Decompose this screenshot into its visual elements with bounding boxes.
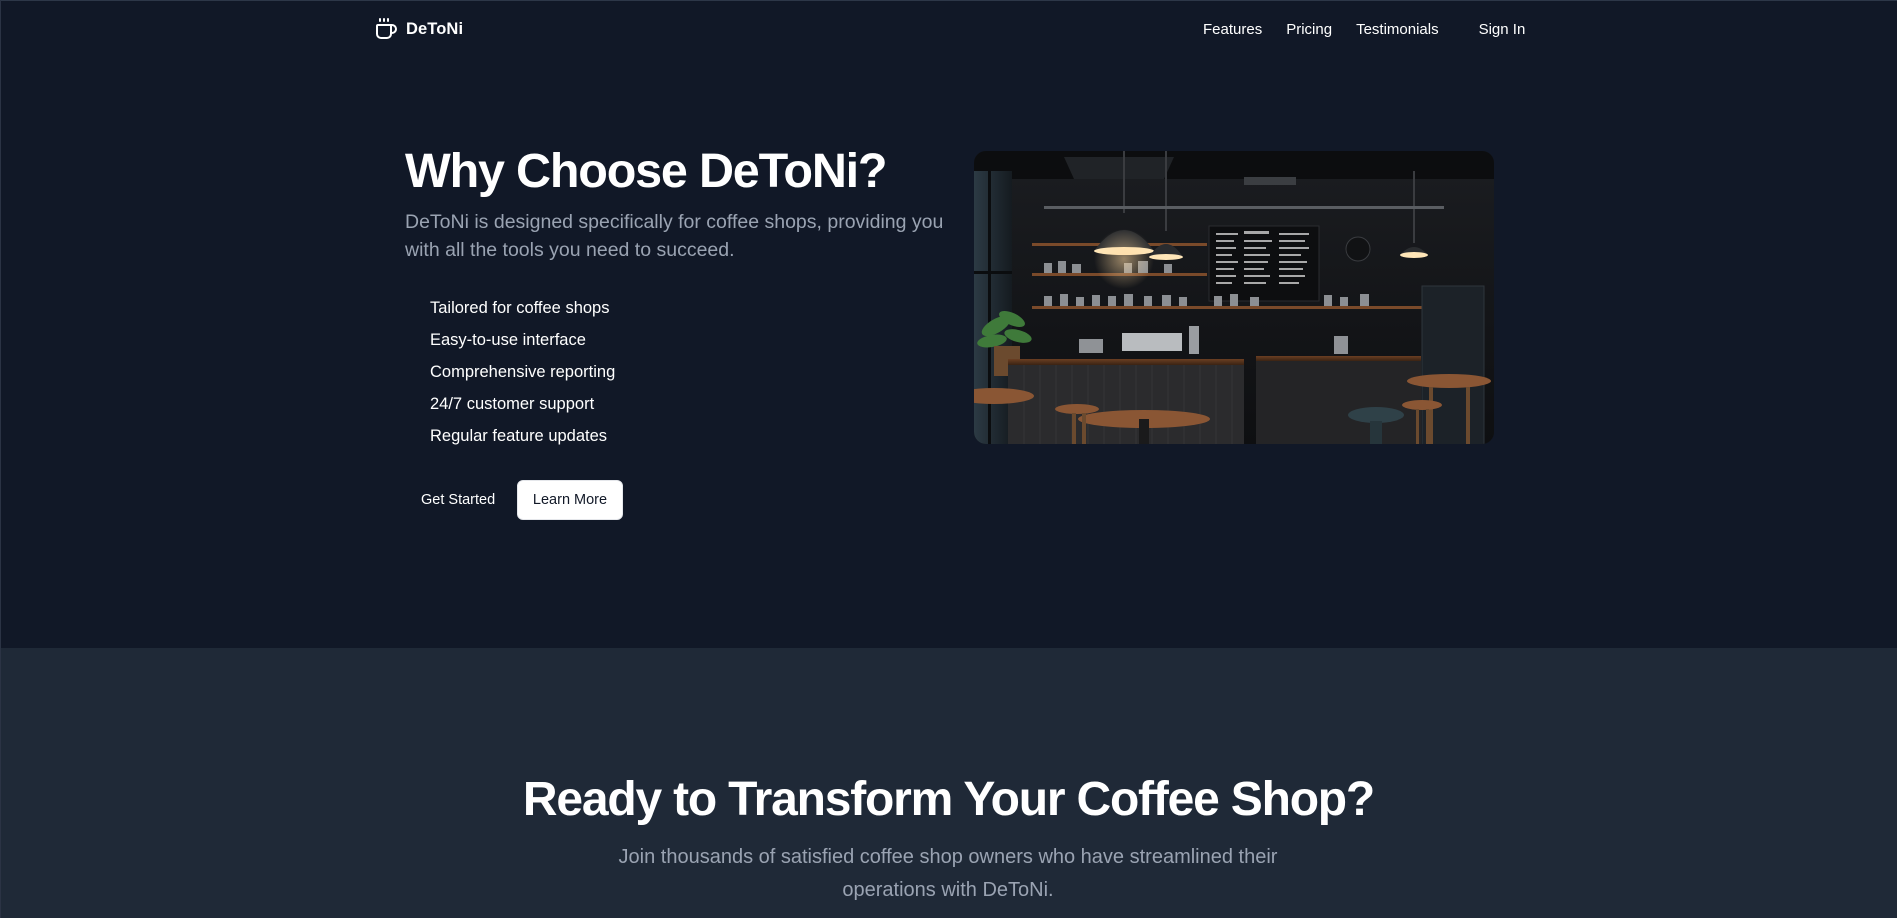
coffee-shop-photo bbox=[974, 151, 1494, 444]
feature-item: Tailored for coffee shops bbox=[430, 299, 610, 317]
nav-link-testimonials[interactable]: Testimonials bbox=[1356, 21, 1439, 38]
section-title: Why Choose DeToNi? bbox=[405, 144, 888, 198]
feature-item: Comprehensive reporting bbox=[430, 363, 616, 381]
cta-section: Ready to Transform Your Coffee Shop? Joi… bbox=[0, 648, 1897, 918]
cta-subtitle: Join thousands of satisfied coffee shop … bbox=[618, 846, 1278, 901]
feature-item: Regular feature updates bbox=[430, 427, 608, 445]
nav-link-pricing[interactable]: Pricing bbox=[1286, 21, 1332, 38]
brand[interactable]: DeToNi bbox=[374, 17, 463, 41]
coffee-cup-icon bbox=[374, 17, 398, 41]
learn-more-button[interactable]: Learn More bbox=[517, 480, 623, 520]
main-nav: Features Pricing Testimonials Sign In bbox=[1203, 21, 1525, 38]
why-choose-section: Why Choose DeToNi? DeToNi is designed sp… bbox=[0, 62, 1897, 648]
window-left-border bbox=[0, 0, 1, 918]
feature-item: 24/7 customer support bbox=[430, 395, 595, 413]
section-subtitle: DeToNi is designed specifically for coff… bbox=[405, 211, 944, 261]
sign-in-link[interactable]: Sign In bbox=[1479, 21, 1526, 38]
feature-item: Easy-to-use interface bbox=[430, 331, 586, 349]
brand-name: DeToNi bbox=[406, 19, 464, 38]
feature-list: Tailored for coffee shops Easy-to-use in… bbox=[430, 292, 615, 452]
cta-title: Ready to Transform Your Coffee Shop? bbox=[522, 773, 1375, 826]
site-header: DeToNi Features Pricing Testimonials Sig… bbox=[0, 0, 1897, 62]
nav-link-features[interactable]: Features bbox=[1203, 21, 1262, 38]
get-started-button[interactable]: Get Started bbox=[405, 480, 511, 520]
